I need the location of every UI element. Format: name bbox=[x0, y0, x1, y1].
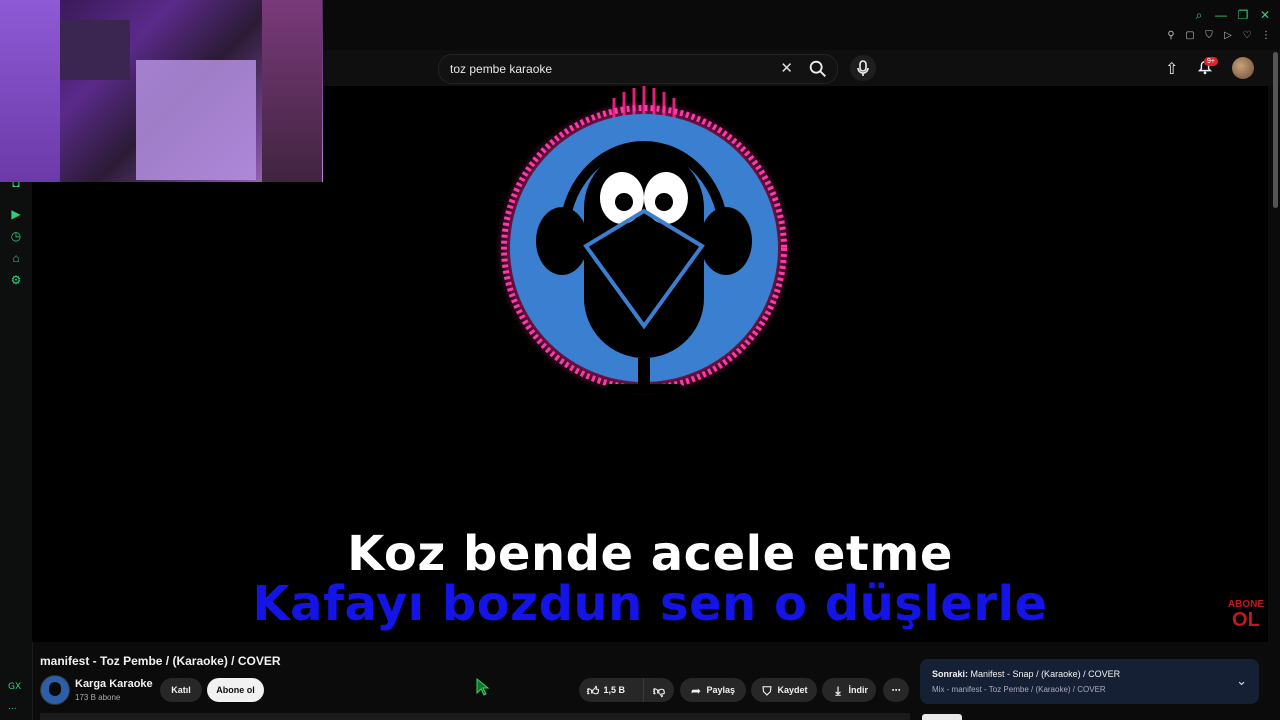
up-next-title-line: Sonraki: Manifest - Snap / (Karaoke) / C… bbox=[932, 669, 1120, 679]
share-button[interactable]: ➦ Paylaş bbox=[680, 678, 746, 702]
download-button[interactable]: ⤓ İndir bbox=[822, 678, 876, 702]
extensions-icon[interactable]: ⌂ bbox=[9, 251, 23, 265]
history-icon[interactable]: ◷ bbox=[9, 229, 23, 243]
more-icon[interactable]: ... bbox=[8, 702, 17, 712]
more-actions-button[interactable]: ⋯ bbox=[883, 678, 909, 702]
snapshot-icon[interactable]: ▢ bbox=[1184, 30, 1196, 41]
share-label: Paylaş bbox=[706, 685, 736, 695]
description-box-edge bbox=[40, 713, 910, 720]
settings-icon[interactable]: ⚙ bbox=[9, 273, 23, 287]
voice-search-button[interactable] bbox=[850, 55, 876, 81]
restore-icon[interactable]: ❐ bbox=[1236, 8, 1250, 23]
search-input[interactable]: toz pembe karaoke bbox=[450, 62, 552, 76]
webcam-shape bbox=[60, 20, 130, 80]
webcam-overlay bbox=[0, 0, 323, 182]
minimize-icon[interactable]: — bbox=[1214, 8, 1228, 23]
save-label: Kaydet bbox=[777, 685, 808, 695]
webcam-shape bbox=[262, 0, 322, 182]
chip-edge[interactable] bbox=[922, 714, 962, 720]
clear-search-icon[interactable]: ✕ bbox=[780, 59, 793, 77]
download-label: İndir bbox=[848, 685, 869, 695]
window-controls: ⌕ — ❐ ✕ bbox=[1192, 8, 1272, 23]
webcam-shape bbox=[136, 60, 256, 180]
subscribe-watermark[interactable]: ABONE OL bbox=[1228, 600, 1264, 631]
dislike-button[interactable]: 👎︎ bbox=[643, 678, 674, 702]
bookmark-icon: ⛉ bbox=[762, 683, 772, 698]
play-icon[interactable]: ▷ bbox=[1222, 30, 1234, 41]
browser-toolbar-icons: ⚲ ▢ ⛉ ▷ ♡ ⋮ bbox=[1165, 30, 1272, 41]
webcam-shape bbox=[0, 0, 60, 182]
search-box[interactable]: toz pembe karaoke ✕ bbox=[438, 54, 838, 84]
download-icon: ⤓ bbox=[835, 683, 841, 698]
menu-icon[interactable]: ⋮ bbox=[1260, 30, 1272, 41]
karga-karaoke-logo bbox=[496, 86, 792, 396]
pin-icon[interactable]: ⚲ bbox=[1165, 30, 1177, 41]
player-icon[interactable]: ▶ bbox=[9, 207, 23, 221]
subscriber-count: 173 B abone bbox=[75, 693, 121, 702]
channel-name[interactable]: Karga Karaoke bbox=[75, 678, 153, 690]
up-next-subtitle: Mix - manifest - Toz Pembe / (Karaoke) /… bbox=[932, 685, 1106, 694]
up-next-prefix: Sonraki: bbox=[932, 669, 969, 679]
mouse-cursor-icon bbox=[476, 678, 490, 696]
up-next-card[interactable]: Sonraki: Manifest - Snap / (Karaoke) / C… bbox=[920, 659, 1259, 704]
ellipsis-icon: ⋯ bbox=[891, 685, 901, 695]
subscribe-button[interactable]: Abone ol bbox=[207, 678, 264, 702]
search-icon[interactable] bbox=[807, 58, 829, 80]
chevron-down-icon[interactable]: ⌄ bbox=[1236, 673, 1247, 689]
save-button[interactable]: ⛉ Kaydet bbox=[751, 678, 817, 702]
thumbs-up-icon: 👍︎ bbox=[586, 683, 600, 698]
up-next-title: Manifest - Snap / (Karaoke) / COVER bbox=[970, 669, 1121, 679]
thumbs-down-icon: 👎︎ bbox=[652, 683, 666, 698]
like-count: 1,5 B bbox=[603, 685, 626, 695]
watermark-bottom-text: OL bbox=[1232, 609, 1260, 631]
gx-label[interactable]: GX bbox=[8, 682, 21, 692]
lyric-current-line: Koz bende acele etme bbox=[347, 526, 953, 582]
close-icon[interactable]: ✕ bbox=[1258, 8, 1272, 23]
account-avatar[interactable] bbox=[1232, 57, 1254, 79]
search-icon[interactable]: ⌕ bbox=[1192, 8, 1206, 23]
heart-icon[interactable]: ♡ bbox=[1241, 30, 1253, 41]
channel-avatar[interactable] bbox=[40, 675, 70, 705]
lyric-next-line: Kafayı bozdun sen o düşlerle bbox=[252, 576, 1048, 632]
shield-icon[interactable]: ⛉ bbox=[1203, 30, 1215, 41]
join-button[interactable]: Katıl bbox=[160, 678, 202, 702]
share-arrow-icon: ➦ bbox=[690, 683, 702, 698]
create-upload-icon[interactable]: ⇧ bbox=[1165, 59, 1178, 79]
page-scrollbar[interactable] bbox=[1273, 52, 1278, 208]
like-button[interactable]: 👍︎ 1,5 B bbox=[579, 678, 643, 702]
video-title: manifest - Toz Pembe / (Karaoke) / COVER bbox=[40, 654, 281, 668]
microphone-icon bbox=[857, 60, 869, 76]
notification-badge: 9+ bbox=[1204, 57, 1218, 66]
